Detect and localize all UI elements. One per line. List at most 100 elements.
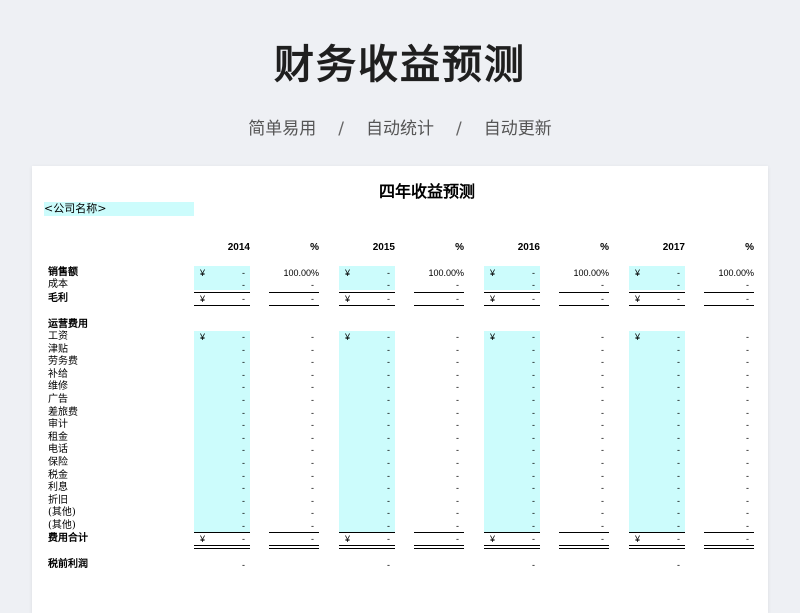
value-cell: - [387, 508, 390, 518]
value-cell: - [387, 560, 390, 570]
value-cell: - [311, 280, 314, 290]
value-cell: - [456, 280, 459, 290]
tag-separator: / [456, 119, 462, 139]
value-cell: - [677, 496, 680, 506]
value-cell: - [242, 345, 245, 355]
value-cell: - [746, 521, 749, 531]
value-cell: - [601, 332, 604, 342]
value-cell: - [677, 560, 680, 570]
underline [269, 305, 319, 306]
value-cell: - [456, 382, 459, 392]
value-cell: - [532, 370, 535, 380]
value-cell: - [387, 408, 390, 418]
tag-auto-update: 自动更新 [483, 119, 552, 139]
sheet-title: 四年收益预测 [378, 182, 475, 201]
currency-symbol: ¥ [635, 268, 641, 278]
value-cell: - [311, 332, 314, 342]
value-cell: - [242, 534, 245, 544]
percent-cell: 100.00% [573, 268, 609, 278]
row-label-expense: (其他) [48, 520, 76, 531]
value-cell: - [311, 420, 314, 430]
value-cell: - [677, 433, 680, 443]
value-cell: - [746, 357, 749, 367]
value-cell: - [311, 294, 314, 304]
value-cell: - [677, 294, 680, 304]
value-cell: - [601, 395, 604, 405]
value-cell: - [746, 483, 749, 493]
value-cell: - [746, 370, 749, 380]
value-cell: - [746, 458, 749, 468]
underline [559, 305, 609, 306]
value-cell: - [601, 357, 604, 367]
value-cell: - [456, 534, 459, 544]
row-label-expense: 保险 [48, 457, 68, 468]
percent-cell: 100.00% [283, 268, 319, 278]
value-cell: - [456, 445, 459, 455]
value-cell: - [532, 445, 535, 455]
double-underline [704, 545, 754, 549]
value-cell: - [532, 458, 535, 468]
percent-cell: 100.00% [718, 268, 754, 278]
row-label-gross-profit: 毛利 [48, 293, 68, 304]
value-cell: - [677, 408, 680, 418]
value-cell: - [532, 471, 535, 481]
value-cell: - [387, 370, 390, 380]
value-cell: - [532, 508, 535, 518]
row-label-expense: 电话 [48, 444, 68, 455]
currency-symbol: ¥ [490, 268, 496, 278]
value-cell: - [601, 483, 604, 493]
value-cell: - [746, 445, 749, 455]
double-underline [484, 545, 540, 549]
value-cell: - [677, 521, 680, 531]
row-label-expense: 折旧 [48, 495, 68, 506]
value-cell: - [746, 496, 749, 506]
value-cell: - [387, 268, 390, 278]
feature-tags: 简单易用 / 自动统计 / 自动更新 [0, 114, 800, 139]
underline [194, 305, 250, 306]
value-cell: - [242, 357, 245, 367]
value-cell: - [677, 483, 680, 493]
value-cell: - [387, 382, 390, 392]
value-cell: - [242, 280, 245, 290]
row-label-expense: 租金 [48, 432, 68, 443]
value-cell: - [677, 458, 680, 468]
value-cell: - [746, 345, 749, 355]
currency-symbol: ¥ [345, 534, 351, 544]
value-cell: - [532, 420, 535, 430]
currency-symbol: ¥ [490, 294, 496, 304]
value-cell: - [601, 521, 604, 531]
year-header-2014: 2014 [227, 242, 250, 253]
value-cell: - [746, 332, 749, 342]
double-underline [629, 545, 685, 549]
currency-symbol: ¥ [200, 294, 206, 304]
double-underline [559, 545, 609, 549]
currency-symbol: ¥ [345, 332, 351, 342]
value-cell: - [746, 508, 749, 518]
value-cell: - [601, 280, 604, 290]
spreadsheet-preview: 四年收益预测 <公司名称> 2014% 2015% 2016% 2017% 销售额 ¥ - 1… [32, 166, 768, 613]
currency-symbol: ¥ [635, 332, 641, 342]
value-cell: - [311, 445, 314, 455]
value-cell: - [387, 357, 390, 367]
value-cell: - [387, 483, 390, 493]
value-cell: - [677, 332, 680, 342]
value-cell: - [677, 370, 680, 380]
double-underline [414, 545, 464, 549]
double-underline [269, 545, 319, 549]
double-underline [194, 545, 250, 549]
value-cell: - [746, 280, 749, 290]
value-cell: - [311, 433, 314, 443]
value-cell: - [311, 521, 314, 531]
value-cell: - [242, 483, 245, 493]
value-cell: - [601, 496, 604, 506]
company-name-cell[interactable]: <公司名称> [44, 202, 194, 216]
value-cell: - [532, 357, 535, 367]
value-cell: - [601, 445, 604, 455]
value-cell: - [311, 357, 314, 367]
currency-symbol: ¥ [200, 332, 206, 342]
value-cell: - [242, 560, 245, 570]
row-label-expense: 补给 [48, 369, 68, 380]
row-label-opex-header: 运营费用 [48, 319, 88, 330]
value-cell: - [532, 395, 535, 405]
tag-auto-stats: 自动统计 [366, 119, 434, 139]
